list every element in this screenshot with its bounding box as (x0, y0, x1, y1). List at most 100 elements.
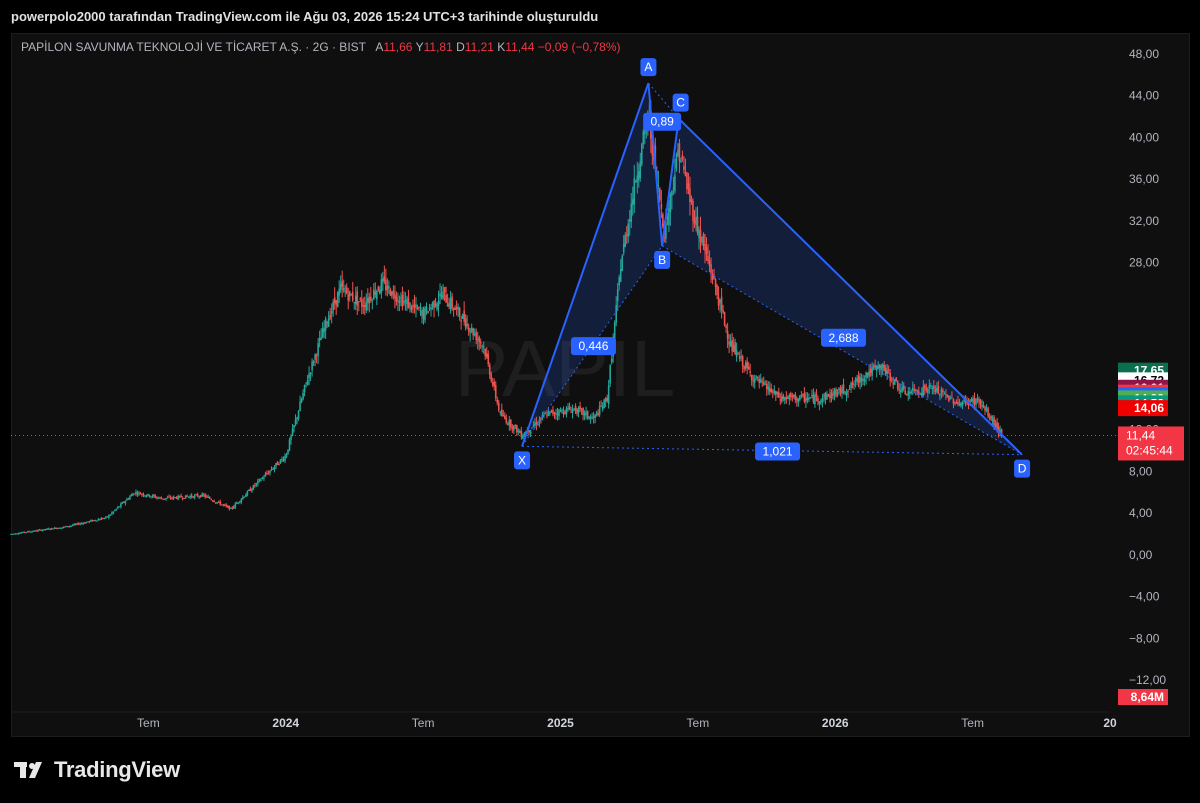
pattern-ratio-label: 1,021 (763, 445, 793, 459)
candle-body (445, 294, 447, 303)
candle-body (442, 291, 444, 299)
candle-body (478, 336, 481, 342)
candle-body (508, 420, 511, 426)
candle-body (354, 295, 357, 305)
candle-body (631, 199, 634, 206)
candle-body (677, 150, 679, 157)
candle-body (884, 367, 887, 374)
candle-body (604, 398, 607, 402)
tradingview-logo[interactable]: TradingView (14, 757, 180, 783)
candle-body (809, 397, 812, 399)
candle-body (34, 530, 36, 532)
candle-body (921, 392, 923, 397)
candle-body (868, 371, 870, 377)
candle-body (993, 416, 995, 427)
candle-body (836, 392, 839, 394)
candle-body (902, 385, 905, 390)
candle-body (481, 345, 484, 347)
candle-body (320, 337, 322, 340)
candle-body (740, 356, 742, 358)
candle-body (273, 466, 276, 469)
candle-body (458, 307, 461, 317)
candle-body (562, 411, 565, 414)
candle-body (805, 398, 807, 402)
candle-body (214, 502, 217, 504)
footer (0, 738, 1200, 803)
candle-body (955, 401, 958, 403)
candle-body (928, 385, 931, 388)
candle-body (228, 505, 231, 510)
candle-body (832, 394, 834, 396)
candle-body (385, 279, 387, 291)
candle-body (315, 355, 318, 357)
candle-body (729, 341, 732, 347)
candle-body (874, 365, 876, 368)
candle-body (207, 496, 210, 498)
candle-body (908, 391, 911, 394)
candle-body (550, 409, 553, 412)
x-tick-label: 2024 (272, 716, 299, 730)
candle-body (549, 411, 551, 414)
candle-body (829, 394, 831, 399)
candle-body (889, 372, 891, 381)
candle-body (82, 522, 85, 524)
candle-body (362, 305, 365, 307)
candle-body (484, 349, 487, 357)
candle-body (111, 512, 113, 515)
candle-body (762, 381, 765, 385)
candle-body (996, 422, 998, 430)
candle-body (821, 398, 824, 402)
candle-body (765, 383, 768, 389)
candle-body (582, 407, 584, 416)
candle-body (990, 416, 992, 420)
candle-body (952, 399, 955, 404)
candle-body (800, 394, 803, 396)
candle-body (342, 287, 345, 291)
candle-body (473, 334, 476, 336)
candle-body (571, 408, 574, 414)
candle-body (136, 492, 139, 495)
candle-body (383, 276, 386, 282)
candle-body (767, 386, 770, 390)
candle-body (272, 468, 274, 470)
candle-body (728, 341, 730, 345)
candle-body (240, 499, 243, 503)
y-tick-label: 32,00 (1129, 214, 1159, 228)
candle-body (918, 391, 920, 394)
candle-body (488, 364, 491, 375)
tradingview-logo-icon (14, 762, 42, 778)
candle-body (826, 393, 828, 400)
candle-body (115, 508, 118, 510)
candle-body (802, 394, 804, 396)
candle-body (500, 409, 503, 416)
candle-body (531, 427, 533, 429)
candle-body (815, 393, 818, 397)
pattern-point-label: C (676, 96, 685, 110)
candle-body (543, 414, 545, 416)
candle-body (305, 382, 307, 384)
candle-body (790, 393, 792, 397)
candle-body (208, 497, 211, 499)
candle-body (494, 385, 497, 398)
candle-body (934, 389, 937, 393)
candle-body (373, 289, 375, 300)
candle-body (850, 382, 852, 389)
candle-body (457, 307, 459, 310)
candle-body (374, 291, 377, 295)
candle-body (842, 384, 845, 393)
candle-body (25, 532, 27, 534)
candle-body (723, 312, 726, 326)
candle-body (803, 393, 806, 402)
candle-body (377, 286, 380, 291)
candle-body (333, 297, 336, 304)
candle-body (911, 387, 914, 391)
candle-body (413, 304, 416, 308)
candle-body (397, 300, 399, 302)
candle-body (97, 519, 100, 521)
candle-body (878, 364, 881, 368)
low-key: D (456, 40, 465, 54)
candle-body (887, 369, 890, 371)
candle-body (487, 354, 490, 365)
candlestick-chart[interactable]: PAPIL XABCD0,4460,892,6881,021 48,0044,0… (0, 0, 1200, 740)
candle-body (353, 302, 356, 304)
